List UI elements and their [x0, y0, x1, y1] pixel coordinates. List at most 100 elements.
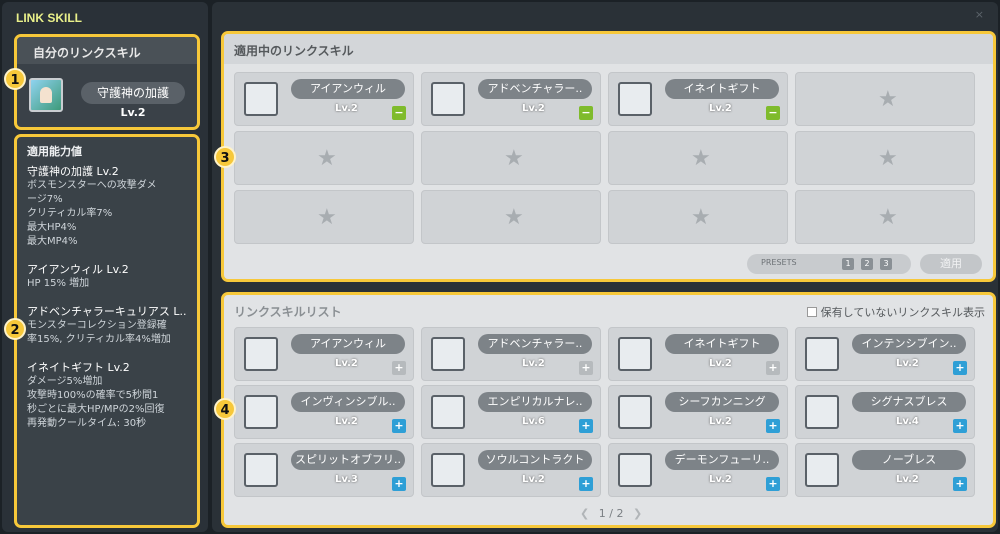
spirit-of-freedom-icon — [244, 453, 278, 487]
empty-skill-slot[interactable] — [234, 190, 414, 244]
applied-skill-slot[interactable]: アイアンウィル Lv.2 − — [234, 72, 414, 126]
add-skill-button[interactable]: + — [579, 419, 593, 433]
add-skill-button[interactable]: + — [766, 361, 780, 375]
preset-3-button[interactable]: 3 — [880, 258, 892, 270]
stat-line: ボスモンスターへの攻撃ダメ — [27, 180, 157, 191]
my-skill-box: 自分のリンクスキル 守護神の加護 Lv.2 — [14, 34, 200, 130]
preset-2-button[interactable]: 2 — [861, 258, 873, 270]
show-unowned-toggle[interactable]: 保有していないリンクスキル表示 — [806, 304, 985, 320]
skill-list-item[interactable]: シーフカンニング Lv.2 + — [608, 385, 788, 439]
skill-level: Lv.2 — [896, 358, 919, 369]
empty-skill-slot[interactable] — [795, 72, 975, 126]
stat-group: イネイトギフト Lv.2 ダメージ5%増加 攻撃時100%の確率で5秒間1 秒ごとに最… — [27, 361, 197, 431]
applied-skill-slot[interactable]: イネイトギフト Lv.2 − — [608, 72, 788, 126]
remove-skill-button[interactable]: − — [392, 106, 406, 120]
skill-level: Lv.2 — [335, 358, 358, 369]
skill-name: ソウルコントラクト — [478, 450, 592, 470]
stat-skill-name: アドベンチャラーキュリアス L.. — [27, 305, 187, 318]
my-skill-entry[interactable]: 守護神の加護 Lv.2 — [17, 64, 197, 124]
skill-list-item[interactable]: インテンシブイン.. Lv.2 + — [795, 327, 975, 381]
skill-level: Lv.6 — [522, 416, 545, 427]
presets-bar: PRESETS 1 2 3 — [747, 254, 911, 274]
skill-list-item[interactable]: アドベンチャラー.. Lv.2 + — [421, 327, 601, 381]
empty-skill-slot[interactable] — [421, 190, 601, 244]
stat-line: 最大HP4% — [27, 222, 77, 233]
empty-skill-slot[interactable] — [421, 131, 601, 185]
add-skill-button[interactable]: + — [392, 477, 406, 491]
skill-level: Lv.2 — [522, 358, 545, 369]
add-skill-button[interactable]: + — [579, 361, 593, 375]
empty-skill-slot[interactable] — [795, 190, 975, 244]
my-skill-level: Lv.2 — [120, 106, 146, 119]
add-skill-button[interactable]: + — [766, 477, 780, 491]
adventurer-icon — [431, 82, 465, 116]
add-skill-button[interactable]: + — [392, 419, 406, 433]
stat-group: アドベンチャラーキュリアス L.. モンスターコレクション登録確 率15%, クリテ… — [27, 305, 197, 347]
add-skill-button[interactable]: + — [953, 361, 967, 375]
skill-name: デーモンフューリ.. — [665, 450, 779, 470]
intensive-insult-icon — [805, 337, 839, 371]
remove-skill-button[interactable]: − — [579, 106, 593, 120]
applied-link-skills-section: 適用中のリンクスキル PRESETS 1 2 3 適用 アイアンウィル Lv.2 −… — [221, 31, 996, 282]
skill-list-item[interactable]: スピリットオブフリ.. Lv.3 + — [234, 443, 414, 497]
skill-list-item[interactable]: ノーブレス Lv.2 + — [795, 443, 975, 497]
show-unowned-checkbox[interactable] — [806, 307, 817, 317]
skill-list-item[interactable]: イネイトギフト Lv.2 + — [608, 327, 788, 381]
skill-name: イネイトギフト — [665, 334, 779, 354]
stat-line: 率15%, クリティカル率4%増加 — [27, 334, 171, 345]
my-link-skill-panel: LINK SKILL 自分のリンクスキル 守護神の加護 Lv.2 適用能力値 守… — [2, 2, 208, 532]
callout-3: 3 — [214, 146, 236, 168]
skill-name: アドベンチャラー.. — [478, 79, 592, 99]
next-page-icon[interactable]: ❯ — [633, 507, 642, 520]
iron-will-icon — [244, 337, 278, 371]
skill-name: インテンシブイン.. — [852, 334, 966, 354]
stat-skill-name: アイアンウィル Lv.2 — [27, 263, 129, 276]
close-icon[interactable]: × — [975, 8, 984, 21]
prev-page-icon[interactable]: ❮ — [580, 507, 589, 520]
empty-skill-slot[interactable] — [234, 131, 414, 185]
stat-line: ージ7% — [27, 194, 63, 205]
invincible-belief-icon — [244, 395, 278, 429]
skill-name: エンピリカルナレ.. — [478, 392, 592, 412]
stat-skill-name: イネイトギフト Lv.2 — [27, 361, 130, 374]
add-skill-button[interactable]: + — [953, 419, 967, 433]
empty-skill-slot[interactable] — [608, 131, 788, 185]
my-skill-name: 守護神の加護 — [81, 82, 185, 104]
skill-list-item[interactable]: デーモンフューリ.. Lv.2 + — [608, 443, 788, 497]
skill-name: ノーブレス — [852, 450, 966, 470]
noblesse-icon — [805, 453, 839, 487]
applied-section-header: 適用中のリンクスキル — [224, 34, 993, 64]
add-skill-button[interactable]: + — [579, 477, 593, 491]
add-skill-button[interactable]: + — [766, 419, 780, 433]
applied-skill-slot[interactable]: アドベンチャラー.. Lv.2 − — [421, 72, 601, 126]
empty-skill-slot[interactable] — [608, 190, 788, 244]
skill-name: アドベンチャラー.. — [478, 334, 592, 354]
skill-list-item[interactable]: ソウルコントラクト Lv.2 + — [421, 443, 601, 497]
link-skill-main-panel: × 適用中のリンクスキル PRESETS 1 2 3 適用 アイアンウィル Lv.… — [212, 2, 998, 532]
my-skill-header: 自分のリンクスキル — [17, 37, 197, 64]
stat-line: モンスターコレクション登録確 — [27, 320, 167, 331]
add-skill-button[interactable]: + — [392, 361, 406, 375]
demon-fury-icon — [618, 453, 652, 487]
skill-level: Lv.2 — [709, 358, 732, 369]
apply-button[interactable]: 適用 — [920, 254, 982, 274]
skill-list-item[interactable]: エンピリカルナレ.. Lv.6 + — [421, 385, 601, 439]
skill-name: スピリットオブフリ.. — [291, 450, 405, 470]
skill-level: Lv.2 — [896, 474, 919, 485]
skill-list-item[interactable]: インヴィンシブル.. Lv.2 + — [234, 385, 414, 439]
preset-1-button[interactable]: 1 — [842, 258, 854, 270]
add-skill-button[interactable]: + — [953, 477, 967, 491]
stat-line: 再発動クールタイム: 30秒 — [27, 418, 147, 429]
remove-skill-button[interactable]: − — [766, 106, 780, 120]
page-current: 1 — [598, 507, 606, 520]
skill-level: Lv.3 — [335, 474, 358, 485]
skill-list-item[interactable]: アイアンウィル Lv.2 + — [234, 327, 414, 381]
pagination: ❮ 1 / 2 ❯ — [574, 507, 648, 520]
callout-1: 1 — [4, 68, 26, 90]
cygnus-blessing-icon — [805, 395, 839, 429]
skill-name: アイアンウィル — [291, 334, 405, 354]
empty-skill-slot[interactable] — [795, 131, 975, 185]
skill-list-item[interactable]: シグナスブレス Lv.4 + — [795, 385, 975, 439]
presets-label: PRESETS — [761, 258, 797, 267]
stat-group: 守護神の加護 Lv.2 ボスモンスターへの攻撃ダメ ージ7% クリティカル率7% 最大H… — [27, 165, 197, 249]
